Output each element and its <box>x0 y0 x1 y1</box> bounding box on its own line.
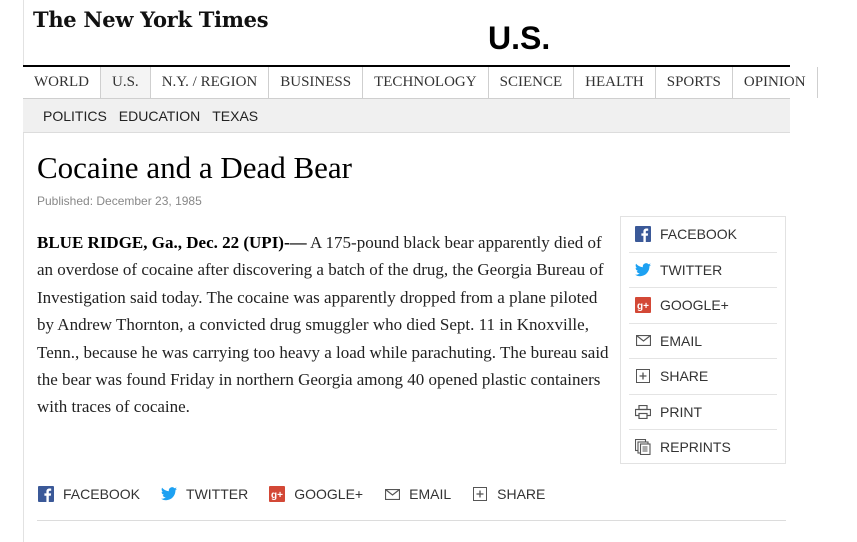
nav-item-business[interactable]: BUSINESS <box>269 67 364 98</box>
bottom-share-bar: FACEBOOK TWITTER g+ GOOGLE+ EMAIL SHARE <box>37 485 565 503</box>
article-text: A 175-pound black bear apparently died o… <box>37 233 609 417</box>
twitter-icon <box>634 261 652 279</box>
bottom-share-label: SHARE <box>497 486 546 502</box>
nav-item-world[interactable]: WORLD <box>23 67 101 98</box>
nav-item-sports[interactable]: SPORTS <box>656 67 733 98</box>
published-date: Published: December 23, 1985 <box>37 194 202 208</box>
bottom-share-label: TWITTER <box>186 486 249 502</box>
share-more-button[interactable]: SHARE <box>629 359 777 395</box>
share-icon <box>634 367 652 385</box>
secondary-nav: POLITICS EDUCATION TEXAS <box>23 99 790 133</box>
bottom-share-label: GOOGLE+ <box>294 486 364 502</box>
share-label: PRINT <box>660 403 702 420</box>
facebook-icon <box>37 485 55 503</box>
bottom-share-label: EMAIL <box>409 486 452 502</box>
nav-item-us[interactable]: U.S. <box>101 67 151 98</box>
share-label: GOOGLE+ <box>660 297 729 314</box>
facebook-icon <box>634 225 652 243</box>
bottom-share-google-plus-button[interactable]: g+ GOOGLE+ <box>268 485 363 503</box>
nyt-logo[interactable]: The New York Times <box>33 7 269 32</box>
google-plus-icon: g+ <box>634 296 652 314</box>
nav-item-technology[interactable]: TECHNOLOGY <box>363 67 489 98</box>
share-twitter-button[interactable]: TWITTER <box>629 253 777 288</box>
google-plus-icon: g+ <box>268 485 286 503</box>
share-email-button[interactable]: EMAIL <box>629 324 777 359</box>
share-print-button[interactable]: PRINT <box>629 395 777 430</box>
nav-item-ny-region[interactable]: N.Y. / REGION <box>151 67 270 98</box>
print-icon <box>634 403 652 421</box>
bottom-share-label: FACEBOOK <box>63 486 141 502</box>
nav-item-health[interactable]: HEALTH <box>574 67 656 98</box>
section-title: U.S. <box>488 20 551 56</box>
share-label: SHARE <box>660 368 709 385</box>
subnav-item-texas[interactable]: TEXAS <box>212 108 258 124</box>
share-label: REPRINTS <box>660 439 731 456</box>
email-icon <box>634 332 652 350</box>
share-label: TWITTER <box>660 261 723 278</box>
article-body: BLUE RIDGE, Ga., Dec. 22 (UPI)-— A 175-p… <box>37 229 617 421</box>
article-headline: Cocaine and a Dead Bear <box>37 150 353 185</box>
bottom-divider <box>37 520 786 521</box>
subnav-item-politics[interactable]: POLITICS <box>43 108 107 124</box>
bottom-share-facebook-button[interactable]: FACEBOOK <box>37 485 140 503</box>
svg-text:g+: g+ <box>271 490 283 501</box>
bottom-share-twitter-button[interactable]: TWITTER <box>160 485 248 503</box>
twitter-icon <box>160 485 178 503</box>
nav-item-science[interactable]: SCIENCE <box>489 67 575 98</box>
share-google-plus-button[interactable]: g+ GOOGLE+ <box>629 288 777 324</box>
share-label: FACEBOOK <box>660 226 738 243</box>
share-reprints-button[interactable]: REPRINTS <box>629 430 777 465</box>
bottom-share-email-button[interactable]: EMAIL <box>383 485 451 503</box>
email-icon <box>383 485 401 503</box>
share-facebook-button[interactable]: FACEBOOK <box>629 217 777 253</box>
share-tools-box: FACEBOOK TWITTER g+ GOOGLE+ EMAIL SHARE … <box>620 216 786 464</box>
nav-item-opinion[interactable]: OPINION <box>733 67 818 98</box>
bottom-share-more-button[interactable]: SHARE <box>471 485 545 503</box>
share-label: EMAIL <box>660 332 703 349</box>
subnav-item-education[interactable]: EDUCATION <box>119 108 200 124</box>
reprints-icon <box>634 438 652 456</box>
share-icon <box>471 485 489 503</box>
article-lede: BLUE RIDGE, Ga., Dec. 22 (UPI)-— <box>37 233 307 252</box>
svg-text:g+: g+ <box>637 301 649 312</box>
primary-nav: WORLD U.S. N.Y. / REGION BUSINESS TECHNO… <box>23 65 818 99</box>
